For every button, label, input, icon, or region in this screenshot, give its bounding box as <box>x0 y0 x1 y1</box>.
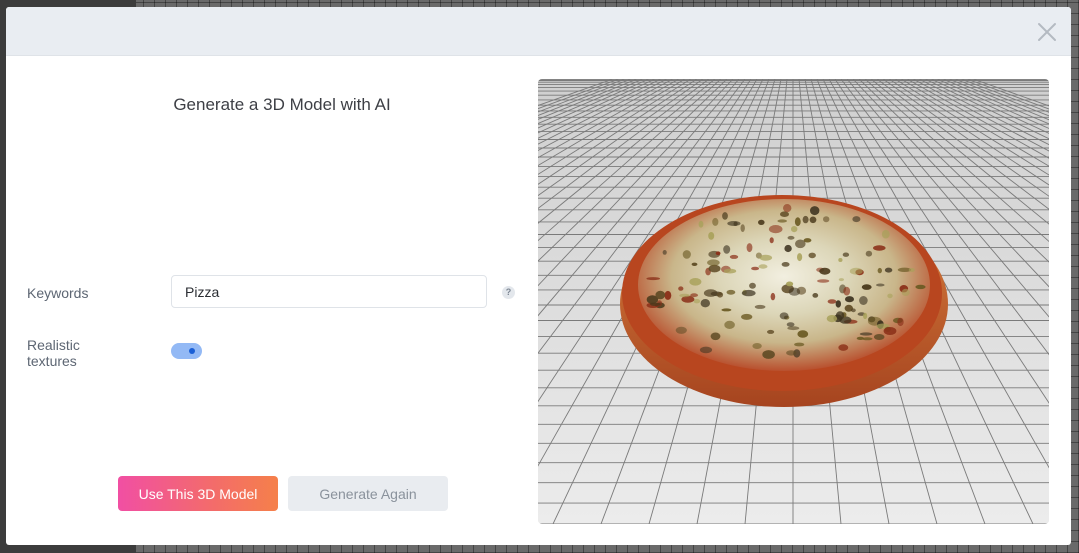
pizza-model <box>620 195 948 407</box>
use-this-model-button[interactable]: Use This 3D Model <box>118 476 278 511</box>
help-icon[interactable]: ? <box>502 286 515 299</box>
toggle-knob <box>189 348 195 354</box>
keywords-input[interactable] <box>171 275 487 308</box>
generate-again-button[interactable]: Generate Again <box>288 476 448 511</box>
modal-header <box>6 7 1071 56</box>
close-icon[interactable] <box>1035 20 1059 44</box>
realistic-textures-toggle[interactable] <box>171 343 202 359</box>
realistic-textures-label: Realistic textures <box>27 337 80 369</box>
viewer-canvas <box>538 79 1049 524</box>
generate-3d-modal: Generate a 3D Model with AI Keywords ? R… <box>6 7 1071 545</box>
keywords-label: Keywords <box>27 285 89 301</box>
modal-title: Generate a 3D Model with AI <box>173 95 391 114</box>
model-viewer[interactable] <box>538 79 1049 524</box>
